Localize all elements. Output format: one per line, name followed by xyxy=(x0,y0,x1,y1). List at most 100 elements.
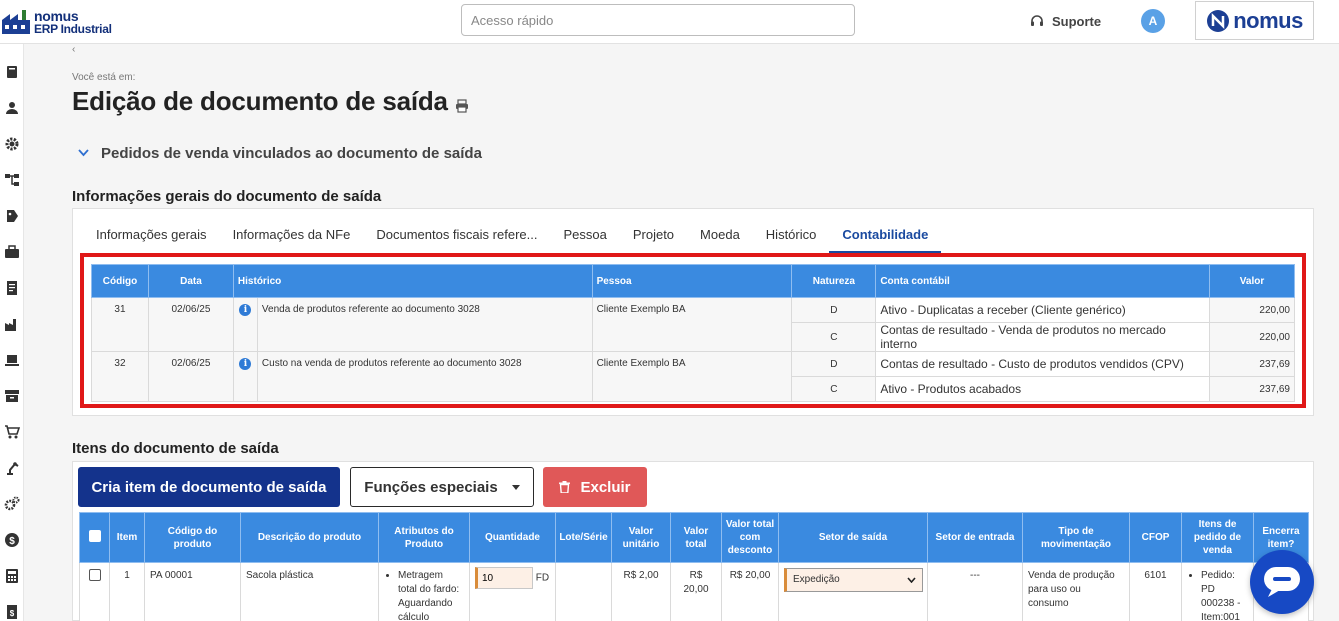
hierarchy-icon[interactable] xyxy=(4,172,20,188)
archive-icon[interactable] xyxy=(4,388,20,404)
nomus-n-icon xyxy=(1207,9,1230,32)
book-icon[interactable] xyxy=(4,64,20,80)
entry-pessoa: Cliente Exemplo BA xyxy=(591,351,793,402)
col-codigo[interactable]: Código xyxy=(91,264,149,298)
line-valor: 237,69 xyxy=(1209,376,1295,402)
cell-setor-entrada: --- xyxy=(927,562,1023,621)
col-natureza[interactable]: Natureza xyxy=(791,264,877,298)
linked-orders-title: Pedidos de venda vinculados ao documento… xyxy=(101,144,482,162)
trash-icon xyxy=(559,481,571,493)
caret-down-icon xyxy=(511,484,520,490)
calculator-icon[interactable] xyxy=(4,568,20,584)
document-icon[interactable] xyxy=(4,280,20,296)
tab-pessoa[interactable]: Pessoa xyxy=(550,223,619,253)
gears-icon[interactable] xyxy=(4,496,20,512)
col-setor-saida[interactable]: Setor de saída xyxy=(778,512,928,563)
quantity-input[interactable] xyxy=(475,567,533,589)
info-button[interactable]: i xyxy=(232,297,258,352)
attribute-item: Metragem total do fardo: Aguardando cálc… xyxy=(398,569,464,621)
chevron-down-icon xyxy=(907,577,916,583)
line-natureza: C xyxy=(791,322,877,352)
gear-icon[interactable] xyxy=(4,136,20,152)
info-button[interactable]: i xyxy=(232,351,258,402)
special-functions-dropdown[interactable]: Funções especiais xyxy=(350,467,534,507)
cell-descricao: Sacola plástica xyxy=(240,562,379,621)
line-conta: Ativo - Produtos acabados xyxy=(875,376,1210,402)
cell-lote xyxy=(555,562,612,621)
col-valor-total[interactable]: Valor total xyxy=(670,512,722,563)
order-item-link[interactable]: Pedido: PD 000238 - Item:001 xyxy=(1201,569,1248,621)
delete-label: Excluir xyxy=(580,478,631,496)
table-row: 32 02/06/25 i Custo na venda de produtos… xyxy=(91,351,1295,402)
factory-icon[interactable] xyxy=(4,316,20,332)
col-atributos[interactable]: Atributos do Produto xyxy=(378,512,470,563)
select-all-checkbox[interactable] xyxy=(79,512,110,563)
chat-button[interactable] xyxy=(1250,550,1314,614)
tab-projeto[interactable]: Projeto xyxy=(620,223,687,253)
exit-sector-value: Expedição xyxy=(793,574,840,585)
line-conta: Contas de resultado - Venda de produtos … xyxy=(875,322,1210,352)
cell-codigo: PA 00001 xyxy=(144,562,241,621)
col-lote[interactable]: Lote/Série xyxy=(555,512,612,563)
create-item-button[interactable]: Cria item de documento de saída xyxy=(78,467,340,507)
col-valor[interactable]: Valor xyxy=(1209,264,1295,298)
tab-moeda[interactable]: Moeda xyxy=(687,223,753,253)
cell-item: 1 xyxy=(109,562,145,621)
row-checkbox[interactable] xyxy=(79,562,110,621)
col-conta[interactable]: Conta contábil xyxy=(875,264,1210,298)
cell-setor-saida: Expedição xyxy=(778,562,928,621)
brand-word: nomus xyxy=(1233,7,1303,33)
col-historico[interactable]: Histórico xyxy=(232,264,593,298)
tab-documentos-fiscais[interactable]: Documentos fiscais refere... xyxy=(363,223,550,253)
col-data[interactable]: Data xyxy=(147,264,234,298)
col-item[interactable]: Item xyxy=(109,512,145,563)
accounting-header-row: Código Data Histórico Pessoa Natureza Co… xyxy=(91,264,1295,298)
col-tipo-movimentacao[interactable]: Tipo de movimentação xyxy=(1022,512,1130,563)
cell-atributos: Metragem total do fardo: Aguardando cálc… xyxy=(378,562,470,621)
nomus-erp-logo[interactable]: nomus ERP Industrial xyxy=(2,6,122,38)
line-valor: 220,00 xyxy=(1209,297,1295,323)
user-avatar[interactable]: A xyxy=(1141,9,1165,33)
report-icon[interactable]: $ xyxy=(4,604,20,620)
briefcase-icon[interactable] xyxy=(4,244,20,260)
col-descricao[interactable]: Descrição do produto xyxy=(240,512,379,563)
cart-icon[interactable] xyxy=(4,424,20,440)
tab-bar: Informações gerais Informações da NFe Do… xyxy=(83,223,942,253)
col-cfop[interactable]: CFOP xyxy=(1129,512,1182,563)
delete-button[interactable]: Excluir xyxy=(543,467,647,507)
linked-orders-toggle[interactable]: Pedidos de venda vinculados ao documento… xyxy=(78,144,482,162)
user-icon[interactable] xyxy=(4,100,20,116)
items-table: Item Código do produto Descrição do prod… xyxy=(79,512,1309,621)
info-icon: i xyxy=(239,304,252,316)
tab-contabilidade[interactable]: Contabilidade xyxy=(829,223,942,253)
cell-cfop: 6101 xyxy=(1129,562,1182,621)
special-functions-label: Funções especiais xyxy=(364,478,498,496)
exit-sector-select[interactable]: Expedição xyxy=(784,568,923,592)
col-quantidade[interactable]: Quantidade xyxy=(469,512,556,563)
col-valor-desconto[interactable]: Valor total com desconto xyxy=(721,512,779,563)
entry-historico: Venda de produtos referente ao documento… xyxy=(256,297,593,352)
svg-text:$: $ xyxy=(10,609,15,618)
tab-informacoes-gerais[interactable]: Informações gerais xyxy=(83,223,220,253)
col-itens-pedido[interactable]: Itens de pedido de venda xyxy=(1181,512,1254,563)
tab-informacoes-nfe[interactable]: Informações da NFe xyxy=(220,223,364,253)
tab-historico[interactable]: Histórico xyxy=(753,223,830,253)
col-setor-entrada[interactable]: Setor de entrada xyxy=(927,512,1023,563)
col-codigo-produto[interactable]: Código do produto xyxy=(144,512,241,563)
tag-icon[interactable] xyxy=(4,208,20,224)
chat-bubble-icon xyxy=(1264,567,1300,597)
pallet-icon[interactable] xyxy=(4,352,20,368)
print-icon[interactable] xyxy=(455,99,469,113)
entry-data: 02/06/25 xyxy=(147,297,234,352)
cell-tipo-movimentacao: Venda de produção para uso ou consumo xyxy=(1022,562,1130,621)
line-natureza: D xyxy=(791,297,877,323)
quick-access-input[interactable] xyxy=(461,4,855,36)
dollar-icon[interactable]: $ xyxy=(4,532,20,548)
cell-quantidade: FD xyxy=(469,562,556,621)
col-pessoa[interactable]: Pessoa xyxy=(591,264,793,298)
support-link[interactable]: Suporte xyxy=(1030,12,1101,30)
entry-data: 02/06/25 xyxy=(147,351,234,402)
col-valor-unitario[interactable]: Valor unitário xyxy=(611,512,671,563)
general-info-section-title: Informações gerais do documento de saída xyxy=(72,188,382,205)
robot-arm-icon[interactable] xyxy=(4,460,20,476)
